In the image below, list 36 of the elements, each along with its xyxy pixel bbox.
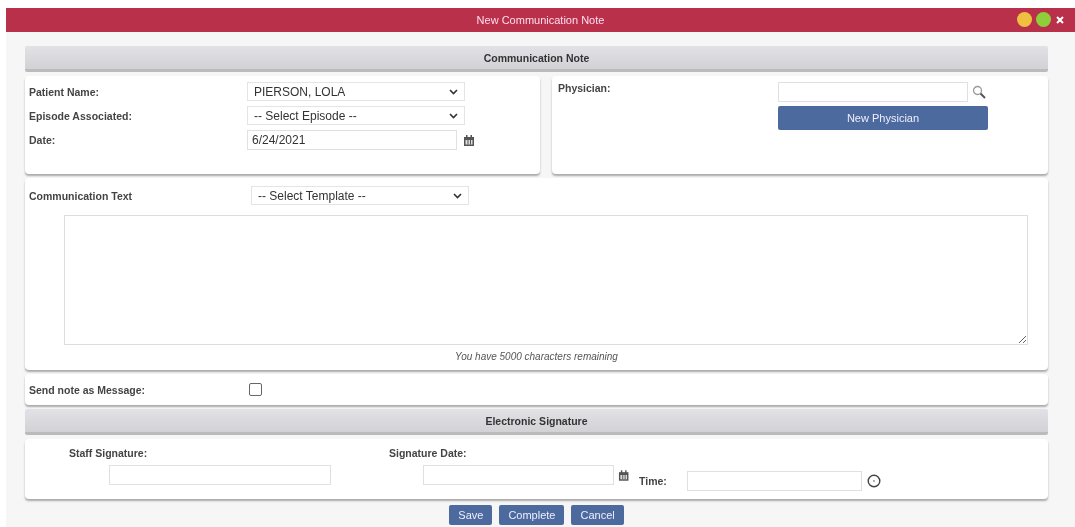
field-label: Date:	[29, 134, 57, 146]
dropdown[interactable]: PIERSON, LOLA	[247, 82, 465, 101]
chevron-icon[interactable]	[453, 192, 462, 199]
field-label: Signature Date:	[389, 447, 468, 459]
signature-field[interactable]	[109, 465, 331, 485]
chevron-icon[interactable]	[449, 88, 458, 95]
physician-field[interactable]	[778, 82, 968, 102]
chevron-icon[interactable]	[449, 112, 458, 119]
dropdown[interactable]: -- Select Template --	[251, 186, 469, 205]
field-label: Physician:	[558, 82, 612, 96]
checkbox[interactable]	[249, 383, 262, 396]
section-header: Electronic Signature	[25, 409, 1048, 435]
maximize-button[interactable]	[1036, 12, 1051, 27]
minimize-button[interactable]	[1017, 12, 1032, 27]
field-label: Staff Signature:	[69, 447, 149, 459]
action-button[interactable]: Cancel	[571, 505, 624, 525]
field-label: Episode Associated:	[29, 109, 133, 122]
close-icon[interactable]	[1055, 14, 1065, 25]
clock-icon[interactable]	[866, 473, 881, 488]
date-field[interactable]	[423, 465, 614, 485]
field-label: Communication Text	[29, 189, 134, 202]
date-field[interactable]: 6/24/2021	[247, 130, 457, 150]
window-title: New Communication Note	[476, 14, 605, 26]
field-label: Patient Name:	[29, 85, 101, 98]
character-count: You have 5000 characters remaining	[454, 351, 619, 362]
field-label: Time:	[639, 474, 667, 487]
new-physician-button[interactable]: New Physician	[778, 106, 988, 130]
calendar-icon[interactable]	[617, 468, 629, 482]
field-label: Send note as Message:	[29, 383, 147, 396]
time-field[interactable]	[686, 470, 862, 491]
dropdown[interactable]: -- Select Episode --	[247, 106, 465, 125]
section-header: Communication Note	[25, 46, 1048, 72]
action-button[interactable]: Complete	[499, 505, 565, 525]
action-button[interactable]: Save	[449, 505, 493, 525]
calendar-icon[interactable]	[463, 133, 475, 147]
search-icon[interactable]	[972, 85, 986, 99]
